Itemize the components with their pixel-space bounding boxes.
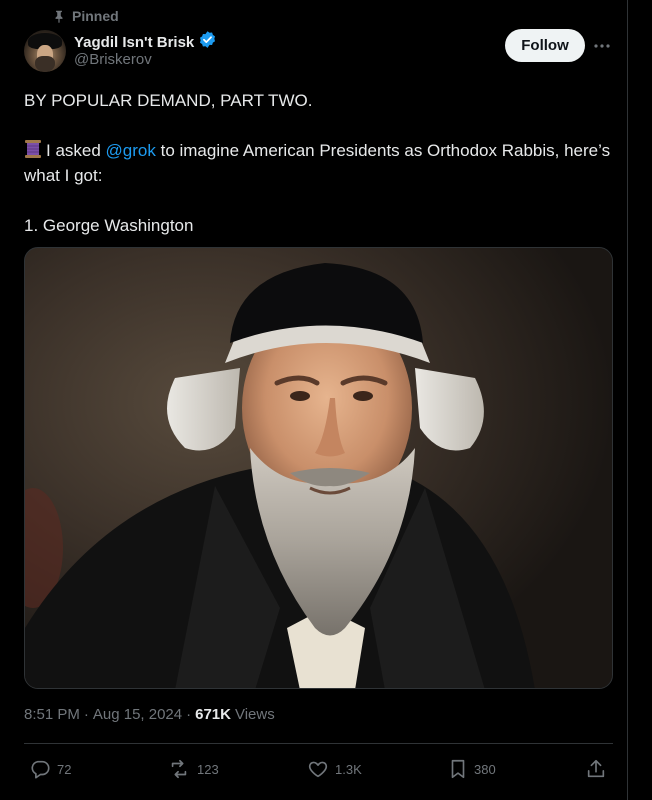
verified-badge-icon [198, 30, 217, 54]
like-count: 1.3K [335, 761, 362, 777]
mention-link[interactable]: @grok [106, 141, 156, 160]
meta-separator-2: · [186, 706, 192, 723]
pin-icon [52, 9, 66, 23]
pinned-indicator: Pinned [52, 7, 119, 25]
views-label: Views [234, 706, 275, 723]
share-button[interactable] [585, 757, 607, 781]
author-handle[interactable]: @Briskerov [74, 51, 152, 68]
tweet-text: BY POPULAR DEMAND, PART TWO. I asked @gr… [24, 88, 614, 238]
spool-of-thread-emoji-icon [24, 139, 42, 159]
tweet-date[interactable]: Aug 15, 2024 [93, 706, 182, 723]
meta-separator: · [83, 706, 89, 723]
tweet-line-1: BY POPULAR DEMAND, PART TWO. [24, 91, 313, 110]
bookmark-count: 380 [474, 761, 496, 777]
tweet-media-image[interactable] [24, 247, 613, 689]
follow-button[interactable]: Follow [505, 29, 585, 62]
author-display-name[interactable]: Yagdil Isn't Brisk [74, 34, 194, 51]
divider [24, 743, 613, 744]
tweet-line-3: 1. George Washington [24, 216, 194, 235]
tweet-line-2: I asked @grok to imagine American Presid… [24, 138, 614, 188]
retweet-button[interactable]: 123 [167, 757, 219, 781]
like-button[interactable]: 1.3K [307, 757, 362, 781]
reply-icon [29, 758, 51, 780]
bookmark-button[interactable]: 380 [448, 757, 496, 781]
avatar[interactable] [24, 30, 66, 72]
column-border [627, 0, 628, 800]
retweet-count: 123 [197, 761, 219, 777]
more-icon[interactable] [589, 34, 615, 58]
pinned-label: Pinned [72, 8, 119, 24]
heart-icon [307, 758, 329, 780]
tweet-meta: 8:51 PM · Aug 15, 2024 · 671K Views [24, 706, 275, 723]
reply-count: 72 [57, 761, 72, 777]
avatar-beard [35, 56, 55, 72]
share-icon [585, 758, 607, 780]
views-count: 671K [195, 706, 231, 723]
retweet-icon [167, 758, 191, 780]
bookmark-icon [448, 758, 468, 780]
reply-button[interactable]: 72 [29, 757, 71, 781]
tweet-time[interactable]: 8:51 PM [24, 706, 80, 723]
tweet-text-before-mention: I asked [46, 141, 106, 160]
